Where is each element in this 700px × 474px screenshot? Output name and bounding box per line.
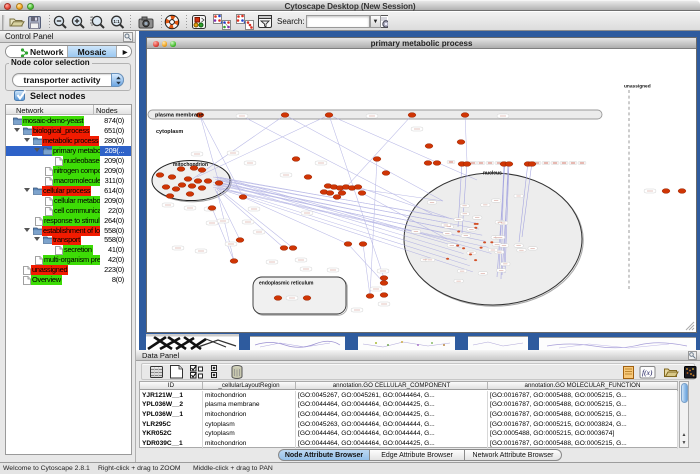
svg-text:f(x): f(x)	[642, 368, 653, 377]
svg-text:plasma membrane: plasma membrane	[155, 113, 203, 119]
svg-text:cytoplasm: cytoplasm	[156, 129, 183, 135]
svg-text:1:1: 1:1	[113, 19, 120, 24]
svg-text:endoplasmic reticulum: endoplasmic reticulum	[259, 281, 314, 287]
svg-text:unassigned: unassigned	[624, 84, 651, 90]
svg-text:nucleus: nucleus	[483, 171, 502, 177]
svg-text:mitochondrion: mitochondrion	[173, 162, 208, 168]
